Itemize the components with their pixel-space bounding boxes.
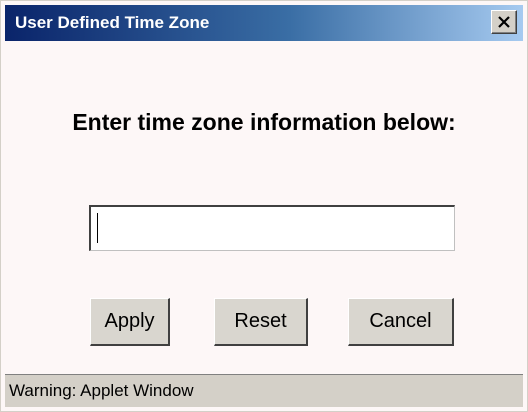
apply-button[interactable]: Apply (90, 298, 170, 346)
reset-button[interactable]: Reset (214, 298, 308, 346)
time-zone-input[interactable] (89, 205, 455, 251)
title-bar[interactable]: User Defined Time Zone (5, 5, 523, 41)
dialog-content: Enter time zone information below: Apply… (5, 41, 523, 373)
instruction-heading: Enter time zone information below: (72, 109, 456, 135)
cancel-button[interactable]: Cancel (348, 298, 454, 346)
status-bar: Warning: Applet Window (5, 374, 523, 407)
text-caret (97, 213, 98, 243)
window-title: User Defined Time Zone (15, 13, 210, 32)
dialog-window: User Defined Time Zone Enter time zone i… (0, 0, 528, 412)
applet-warning-text: Warning: Applet Window (9, 381, 194, 400)
close-button[interactable] (491, 10, 517, 34)
close-icon (498, 16, 510, 28)
